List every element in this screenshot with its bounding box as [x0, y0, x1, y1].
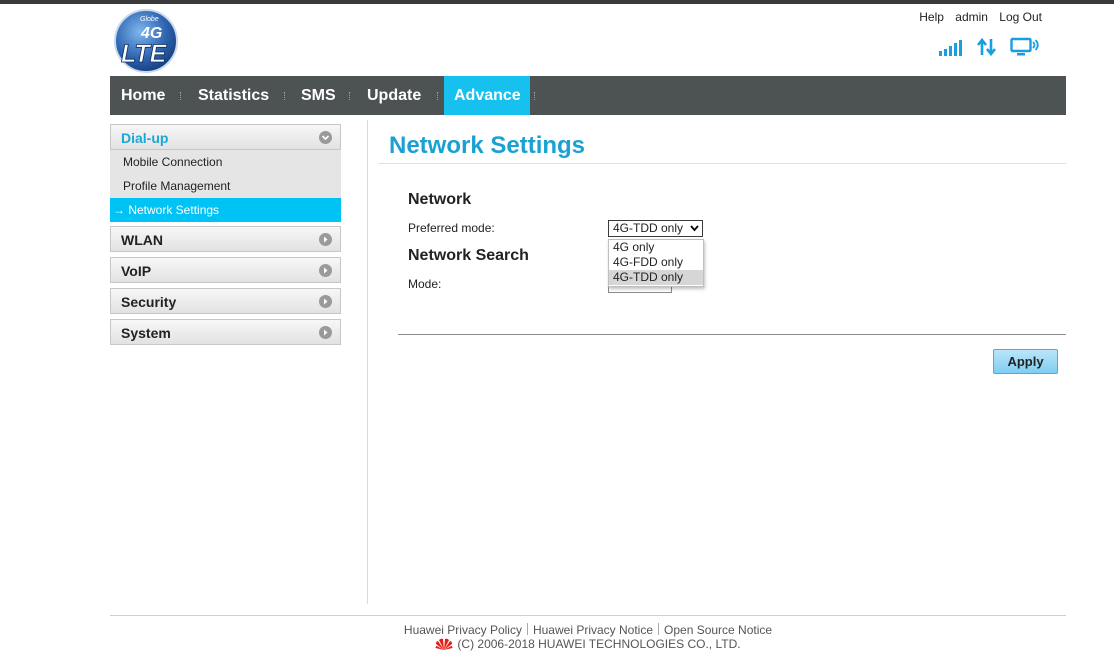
footer-links: Huawei Privacy Policy Huawei Privacy Noti… [0, 623, 1114, 637]
top-border [0, 0, 1114, 4]
form-divider [398, 334, 1066, 335]
sidebar-dialup-label: Dial-up [121, 130, 169, 146]
sidebar-security-label: Security [121, 294, 177, 310]
footer-divider [110, 615, 1066, 616]
page-title: Network Settings [389, 132, 586, 159]
nav-statistics[interactable]: Statistics [188, 76, 279, 115]
mode-label: Mode: [408, 277, 442, 291]
sidebar-wlan-label: WLAN [121, 232, 163, 248]
sidebar-dialup[interactable]: Dial-up [110, 124, 341, 150]
sidebar-system-label: System [121, 325, 171, 341]
logo-lte-text: LTE [121, 40, 168, 68]
sidebar-voip[interactable]: VoIP [110, 257, 341, 283]
nav-separator [180, 92, 182, 100]
expand-icon [319, 233, 332, 246]
data-transfer-icon [976, 37, 998, 62]
huawei-logo-icon [435, 637, 453, 654]
admin-link[interactable]: admin [955, 10, 988, 24]
expand-icon [319, 264, 332, 277]
top-links: Help admin Log Out [911, 10, 1042, 24]
sidebar-item-profile-management[interactable]: Profile Management [110, 174, 341, 198]
nav-update[interactable]: Update [357, 76, 431, 115]
dropdown-option-4g-only[interactable]: 4G only [609, 240, 703, 255]
sidebar: Dial-up Mobile Connection Profile Manage… [110, 124, 341, 350]
collapse-icon [319, 131, 332, 144]
sidebar-voip-label: VoIP [121, 263, 152, 279]
preferred-mode-label: Preferred mode: [408, 221, 495, 235]
title-divider [378, 163, 1066, 164]
sidebar-system[interactable]: System [110, 319, 341, 345]
nav-advance[interactable]: Advance [444, 76, 530, 115]
privacy-notice-link[interactable]: Huawei Privacy Notice [533, 623, 653, 637]
signal-strength-icon [938, 39, 964, 62]
help-link[interactable]: Help [919, 10, 944, 24]
nav-separator [534, 92, 536, 100]
sidebar-item-mobile-connection[interactable]: Mobile Connection [110, 150, 341, 174]
nav-separator [437, 92, 439, 100]
logo-small-text: Globe [140, 16, 159, 23]
apply-button[interactable]: Apply [993, 349, 1058, 374]
network-heading: Network [408, 191, 472, 208]
chevron-down-icon [690, 221, 699, 240]
sidebar-wlan[interactable]: WLAN [110, 226, 341, 252]
status-icons [938, 37, 1040, 62]
logout-link[interactable]: Log Out [999, 10, 1042, 24]
dropdown-option-4g-tdd-only[interactable]: 4G-TDD only [609, 270, 703, 285]
sidebar-security[interactable]: Security [110, 288, 341, 314]
nav-sms[interactable]: SMS [291, 76, 346, 115]
expand-icon [319, 326, 332, 339]
dropdown-option-4g-fdd-only[interactable]: 4G-FDD only [609, 255, 703, 270]
preferred-mode-dropdown: 4G only 4G-FDD only 4G-TDD only [608, 239, 704, 287]
network-search-heading: Network Search [408, 247, 529, 264]
footer-separator [658, 623, 660, 635]
sidebar-item-network-settings[interactable]: → Network Settings [110, 198, 341, 222]
wifi-device-icon [1010, 37, 1040, 62]
sidebar-dialup-submenu: Mobile Connection Profile Management → N… [110, 150, 341, 222]
copyright-text: (C) 2006-2018 HUAWEI TECHNOLOGIES CO., L… [457, 637, 741, 651]
nav-separator [284, 92, 286, 100]
globe-4g-lte-logo: Globe 4G LTE [113, 8, 183, 74]
open-source-notice-link[interactable]: Open Source Notice [664, 623, 772, 637]
preferred-mode-select[interactable]: 4G-TDD only [608, 220, 703, 237]
copyright: (C) 2006-2018 HUAWEI TECHNOLOGIES CO., L… [0, 637, 1114, 654]
privacy-policy-link[interactable]: Huawei Privacy Policy [404, 623, 522, 637]
main-navbar: Home Statistics SMS Update Advance [110, 76, 1066, 115]
nav-home[interactable]: Home [111, 76, 175, 115]
footer-separator [526, 623, 528, 635]
content-divider [367, 120, 368, 604]
expand-icon [319, 295, 332, 308]
nav-separator [349, 92, 351, 100]
preferred-mode-value: 4G-TDD only [613, 221, 684, 235]
